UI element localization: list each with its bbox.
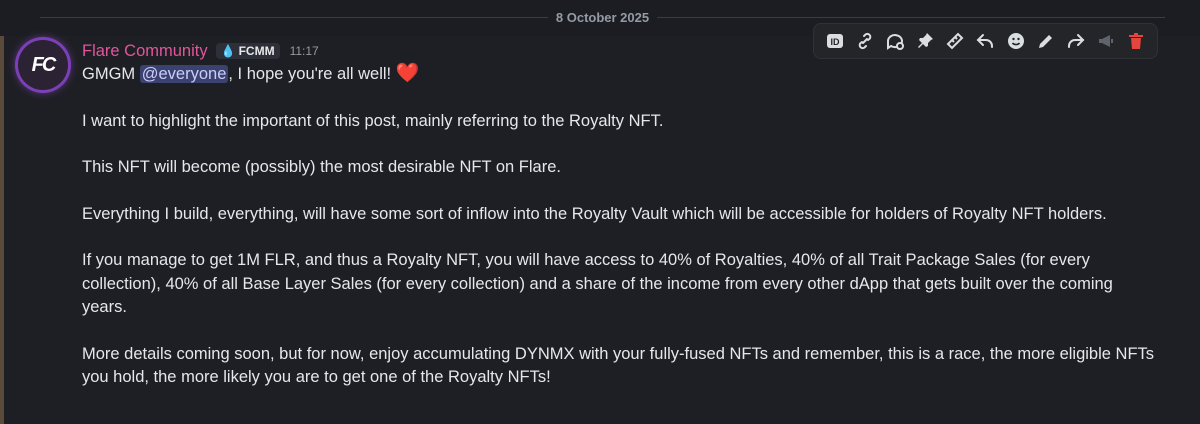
avatar[interactable]: FC bbox=[18, 40, 68, 90]
paragraph: I want to highlight the important of thi… bbox=[82, 111, 664, 130]
pin-icon[interactable] bbox=[913, 29, 937, 53]
paragraph: Everything I build, everything, will hav… bbox=[82, 204, 1107, 223]
paragraph: This NFT will become (possibly) the most… bbox=[82, 158, 561, 176]
emoji-icon[interactable] bbox=[1004, 29, 1028, 53]
message-header: Flare Community 💧 FCMM 11:17 bbox=[82, 40, 319, 62]
edit-icon[interactable] bbox=[1034, 29, 1058, 53]
everyone-mention[interactable]: @everyone bbox=[139, 65, 229, 83]
message-highlight-bar bbox=[0, 36, 4, 424]
flame-icon: 💧 bbox=[220, 44, 236, 58]
megaphone-icon[interactable] bbox=[1094, 29, 1118, 53]
heart-emoji: ❤️ bbox=[395, 63, 420, 84]
forward-icon[interactable] bbox=[1064, 29, 1088, 53]
link-icon[interactable] bbox=[853, 29, 877, 53]
ruler-icon[interactable] bbox=[943, 29, 967, 53]
server-tag-label: FCMM bbox=[238, 44, 275, 58]
message-content: GMGM @everyone, I hope you're all well! … bbox=[82, 62, 1162, 413]
author-name[interactable]: Flare Community bbox=[82, 42, 208, 61]
message-timestamp[interactable]: 11:17 bbox=[290, 44, 319, 58]
message-action-toolbar: ID bbox=[813, 23, 1158, 59]
date-divider-label: 8 October 2025 bbox=[555, 9, 650, 25]
paragraph: If you manage to get 1M FLR, and thus a … bbox=[82, 251, 1113, 316]
id-icon[interactable]: ID bbox=[823, 29, 847, 53]
divider-line-right bbox=[657, 16, 1165, 18]
id-icon-text: ID bbox=[831, 37, 841, 47]
reply-icon[interactable] bbox=[973, 29, 997, 53]
greeting-start: GMGM bbox=[82, 65, 140, 83]
avatar-initials: FC bbox=[31, 53, 57, 76]
thread-icon[interactable] bbox=[883, 29, 907, 53]
greeting-end: , I hope you're all well! bbox=[228, 65, 396, 83]
trash-icon[interactable] bbox=[1124, 29, 1148, 53]
server-tag[interactable]: 💧 FCMM bbox=[215, 43, 280, 59]
greeting-line: GMGM @everyone, I hope you're all well! … bbox=[82, 62, 1162, 87]
divider-line-left bbox=[40, 16, 548, 18]
paragraph: More details coming soon, but for now, e… bbox=[82, 344, 1155, 387]
